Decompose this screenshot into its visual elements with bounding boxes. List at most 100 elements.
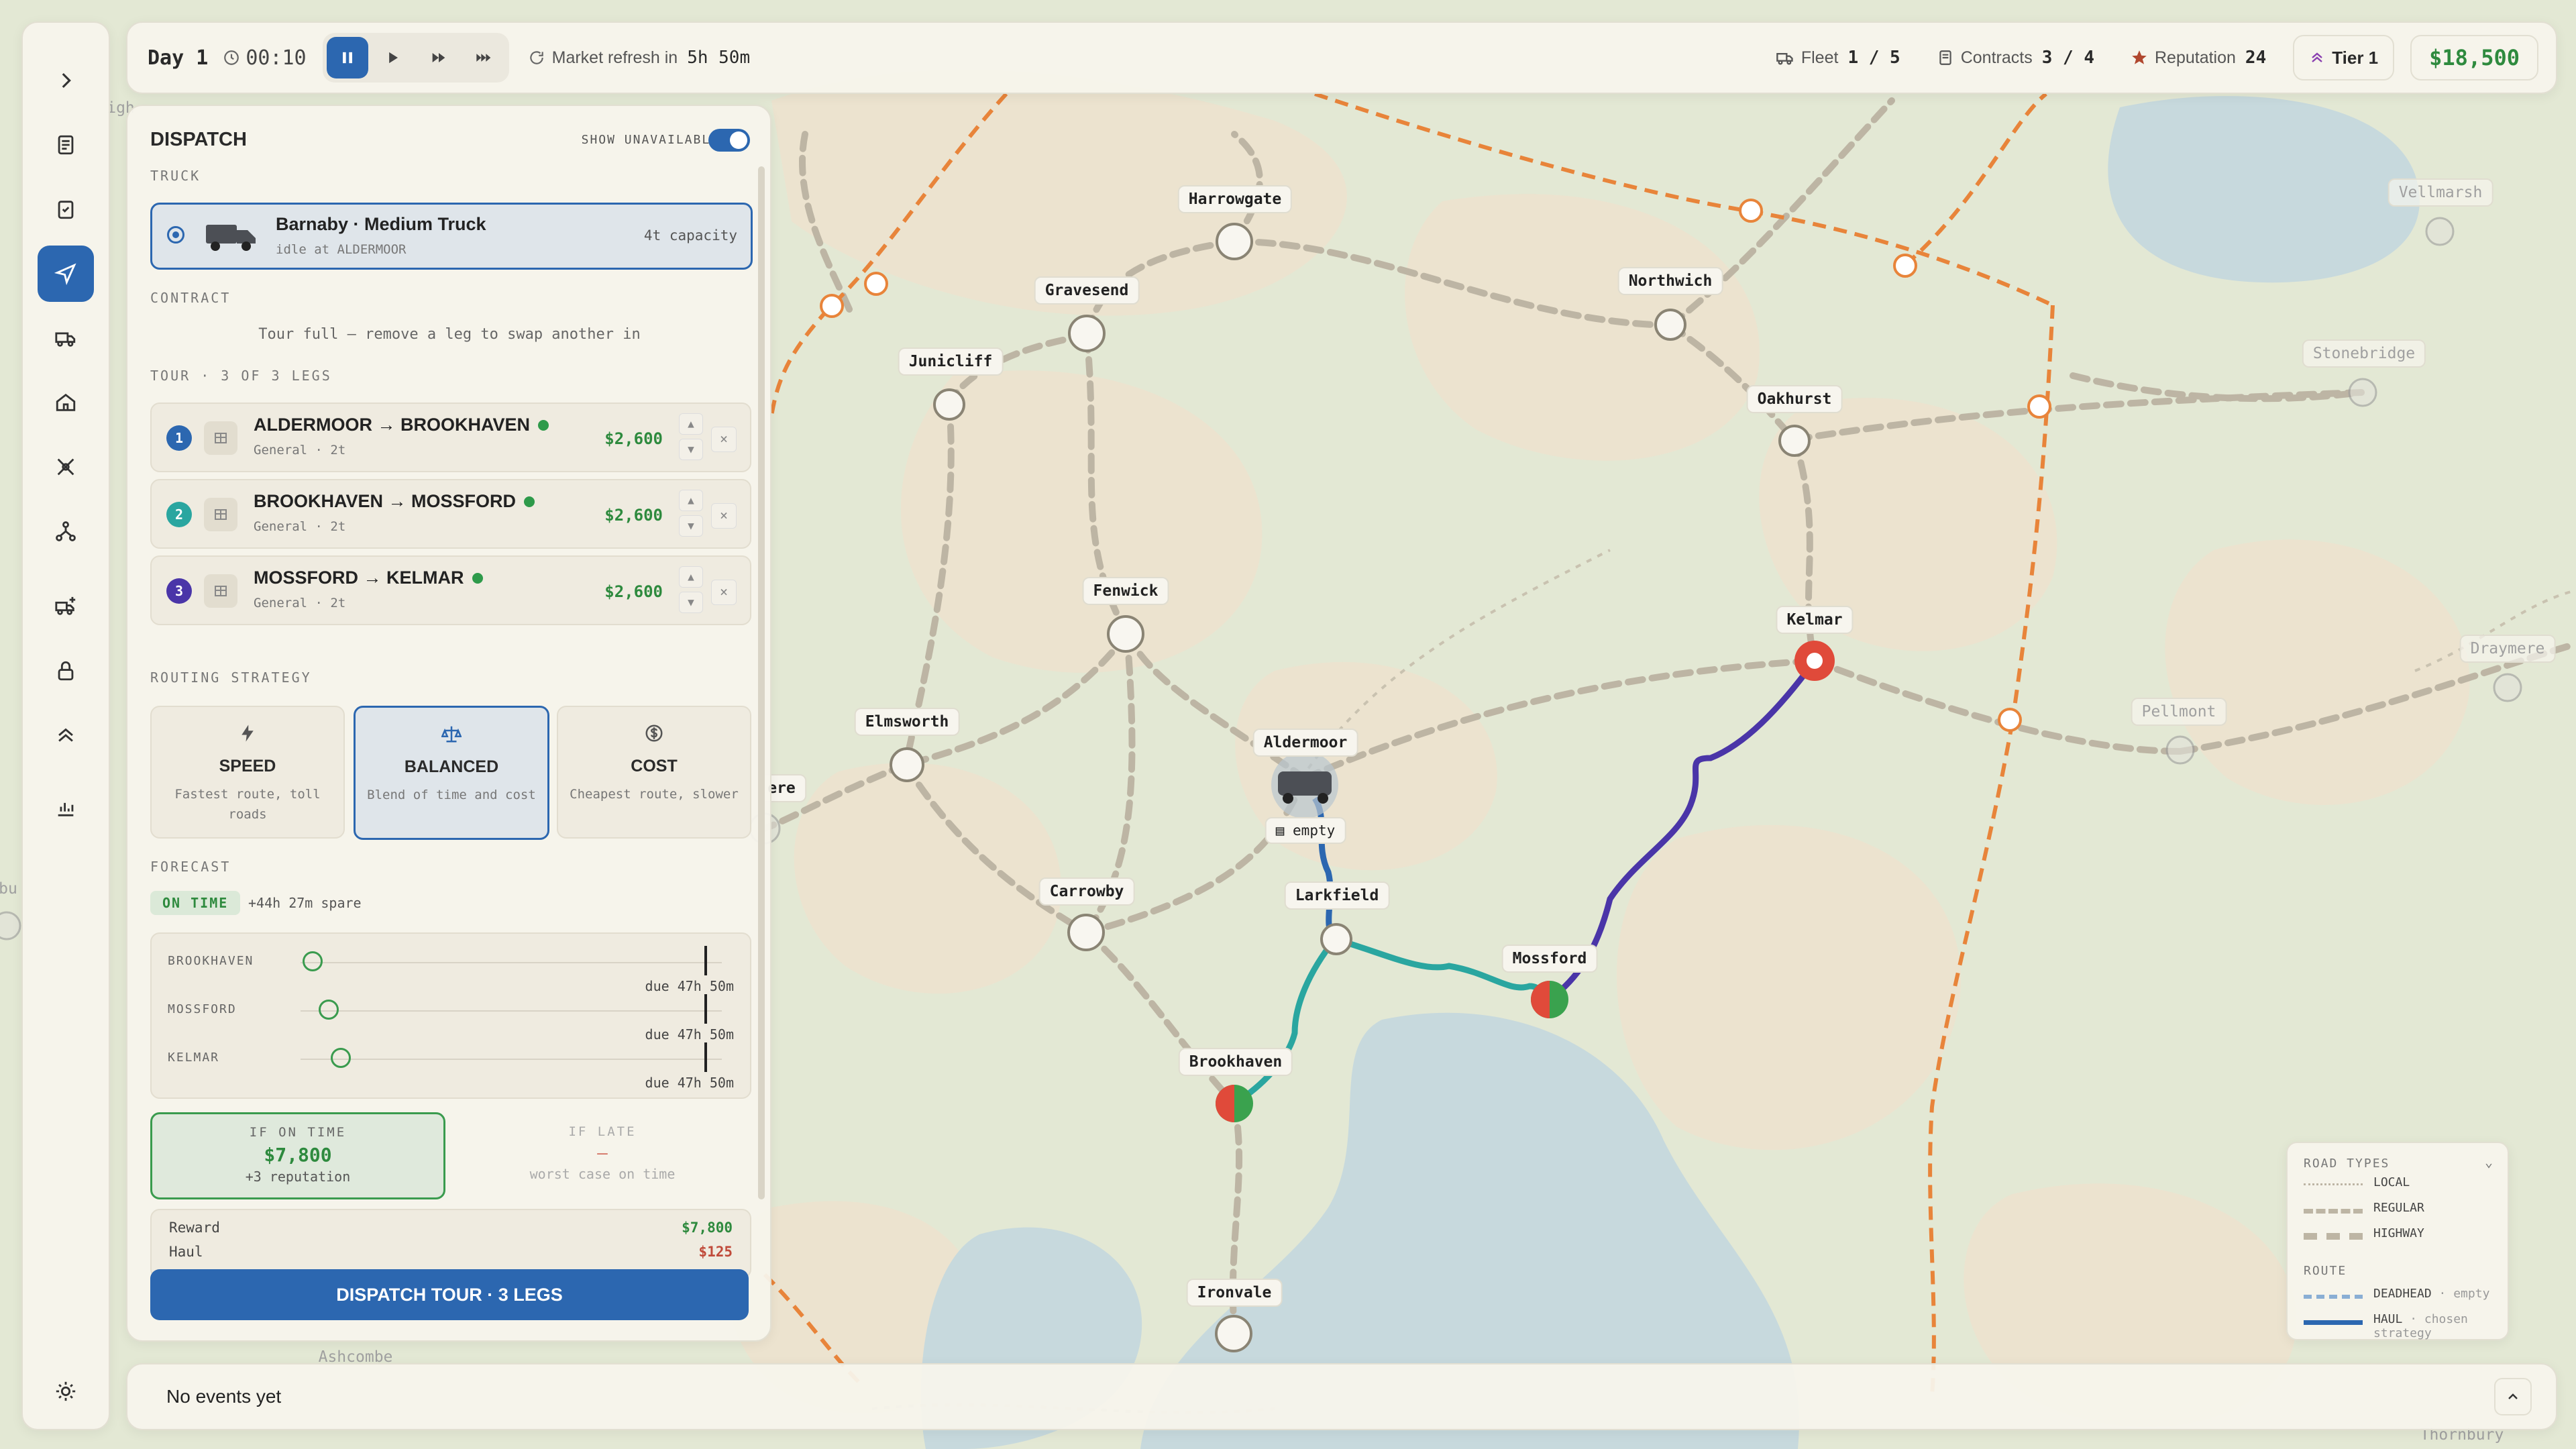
scale-icon xyxy=(441,726,462,743)
play-button[interactable] xyxy=(372,37,414,78)
nav-depots-button[interactable] xyxy=(38,374,94,431)
leg-reorder: ▲ ▼ xyxy=(679,413,703,464)
nav-rail xyxy=(21,21,110,1430)
city-label-stonebridge[interactable]: Stonebridge xyxy=(2302,339,2426,368)
move-up-button[interactable]: ▲ xyxy=(679,566,703,588)
city-label-larkfield[interactable]: Larkfield xyxy=(1284,881,1390,910)
reputation-stat[interactable]: Reputation 24 xyxy=(2131,48,2266,68)
city-label-vellmarsh[interactable]: Vellmarsh xyxy=(2387,178,2493,207)
medium-truck-icon xyxy=(206,225,256,251)
city-label-brookhaven[interactable]: Brookhaven xyxy=(1178,1048,1293,1076)
city-label-junicliff[interactable]: Junicliff xyxy=(898,347,1004,376)
nav-routes-button[interactable] xyxy=(38,439,94,495)
truck-cargo-tag: ▤ empty xyxy=(1265,817,1346,844)
tour-leg[interactable]: 1 ALDERMOOR → BROOKHAVEN General · 2t $2… xyxy=(150,402,751,472)
regular-road-swatch xyxy=(2304,1209,2363,1214)
show-unavailable-toggle[interactable] xyxy=(708,129,750,152)
truck-radio[interactable] xyxy=(167,226,184,244)
nav-fleet-button[interactable] xyxy=(38,310,94,366)
expand-events-button[interactable] xyxy=(2494,1378,2532,1415)
move-down-button[interactable]: ▼ xyxy=(679,515,703,537)
chevrons-up-icon xyxy=(2312,52,2323,62)
nav-add-truck-button[interactable] xyxy=(38,578,94,635)
if-on-time-card: IF ON TIME $7,800 +3 reputation xyxy=(150,1112,445,1199)
clock-icon xyxy=(224,50,239,65)
leg-reorder: ▲ ▼ xyxy=(679,566,703,617)
tour-leg[interactable]: 2 BROOKHAVEN → MOSSFORD General · 2t $2,… xyxy=(150,479,751,549)
dollar-icon xyxy=(645,724,663,742)
leg-number: 3 xyxy=(166,578,192,604)
city-label-gravesend[interactable]: Gravesend xyxy=(1034,276,1140,305)
fleet-stat[interactable]: Fleet 1 / 5 xyxy=(1776,48,1900,68)
leg-status-dot xyxy=(524,496,535,507)
crate-icon xyxy=(204,574,237,608)
leg-route: BROOKHAVEN → MOSSFORD xyxy=(254,491,517,511)
document-icon xyxy=(58,135,74,155)
city-label-harrowgate[interactable]: Harrowgate xyxy=(1177,185,1293,213)
nav-stats-button[interactable] xyxy=(38,780,94,836)
city-label-carrowby[interactable]: Carrowby xyxy=(1038,877,1135,906)
strategy-balanced[interactable]: BALANCED Blend of time and cost xyxy=(354,706,549,840)
fast-forward-button[interactable] xyxy=(418,37,460,78)
move-up-button[interactable]: ▲ xyxy=(679,413,703,435)
remove-leg-button[interactable]: × xyxy=(711,503,737,529)
nav-network-button[interactable] xyxy=(38,503,94,559)
fastest-forward-button[interactable] xyxy=(464,37,505,78)
nav-locked-button[interactable] xyxy=(38,643,94,699)
move-up-button[interactable]: ▲ xyxy=(679,490,703,511)
leg-number: 1 xyxy=(166,425,192,451)
nav-tasks-button[interactable] xyxy=(38,181,94,237)
strategy-speed[interactable]: SPEED Fastest route, toll roads xyxy=(150,706,345,839)
city-label-aldermoor[interactable]: Aldermoor xyxy=(1252,729,1358,757)
forecast-timeline: BROOKHAVEN due 47h 50m MOSSFORD due 47h … xyxy=(150,932,751,1099)
city-label-fenwick[interactable]: Fenwick xyxy=(1082,577,1169,605)
leg-route: MOSSFORD → KELMAR xyxy=(254,568,464,588)
move-down-button[interactable]: ▼ xyxy=(679,592,703,613)
forecast-row: KELMAR due 47h 50m xyxy=(168,1042,734,1091)
city-label-oakhurst[interactable]: Oakhurst xyxy=(1746,385,1843,413)
truck-status: idle at ALDERMOOR xyxy=(276,242,407,257)
eta-marker xyxy=(303,951,323,971)
city-label-elmsworth[interactable]: Elmsworth xyxy=(854,708,960,736)
crate-icon xyxy=(204,421,237,455)
forecast-section-label: FORECAST xyxy=(150,859,231,875)
routing-section-label: ROUTING STRATEGY xyxy=(150,669,312,686)
play-icon xyxy=(388,52,398,64)
nav-contracts-button[interactable] xyxy=(38,117,94,173)
settings-button[interactable] xyxy=(38,1363,94,1419)
expand-rail-button[interactable] xyxy=(38,52,94,109)
city-label-kelmar[interactable]: Kelmar xyxy=(1776,606,1854,634)
nav-ranks-button[interactable] xyxy=(38,707,94,763)
move-down-button[interactable]: ▼ xyxy=(679,439,703,460)
deadline-tick xyxy=(704,946,707,975)
chevron-down-icon: ⌄ xyxy=(2484,1154,2493,1170)
tier-badge[interactable]: Tier 1 xyxy=(2293,35,2395,80)
leg-route: ALDERMOOR → BROOKHAVEN xyxy=(254,415,531,435)
truck-name: Barnaby · Medium Truck xyxy=(276,214,486,234)
city-label-mossford[interactable]: Mossford xyxy=(1501,945,1598,973)
contracts-stat[interactable]: Contracts 3 / 4 xyxy=(1937,48,2094,68)
city-label-pellmont[interactable]: Pellmont xyxy=(2131,698,2227,726)
highway-swatch xyxy=(2304,1233,2363,1240)
nav-dispatch-button[interactable] xyxy=(38,246,94,302)
pause-button[interactable] xyxy=(326,37,368,78)
remove-leg-button[interactable]: × xyxy=(711,427,737,452)
truck-selector[interactable]: Barnaby · Medium Truck idle at ALDERMOOR… xyxy=(150,203,753,270)
home-icon xyxy=(56,393,76,411)
forecast-spare: +44h 27m spare xyxy=(248,895,362,911)
chevron-right-icon xyxy=(62,72,71,89)
collapse-legend-button[interactable]: ⌄ xyxy=(2485,1154,2493,1170)
city-label-draymere[interactable]: Draymere xyxy=(2459,635,2556,663)
eta-marker xyxy=(319,1000,339,1020)
day-label: Day 1 xyxy=(148,46,209,70)
city-label-northwich[interactable]: Northwich xyxy=(1617,267,1723,295)
leg-details: General · 2t xyxy=(254,443,346,458)
truck-capacity: 4t capacity xyxy=(643,227,737,244)
remove-leg-button[interactable]: × xyxy=(711,580,737,605)
leg-status-dot xyxy=(472,572,483,584)
panel-scrollbar[interactable] xyxy=(758,166,765,1199)
city-label-ironvale[interactable]: Ironvale xyxy=(1186,1279,1283,1307)
strategy-cost[interactable]: COST Cheapest route, slower xyxy=(557,706,751,839)
dispatch-tour-button[interactable]: DISPATCH TOUR · 3 LEGS xyxy=(150,1269,749,1320)
tour-leg[interactable]: 3 MOSSFORD → KELMAR General · 2t $2,600 … xyxy=(150,555,751,625)
